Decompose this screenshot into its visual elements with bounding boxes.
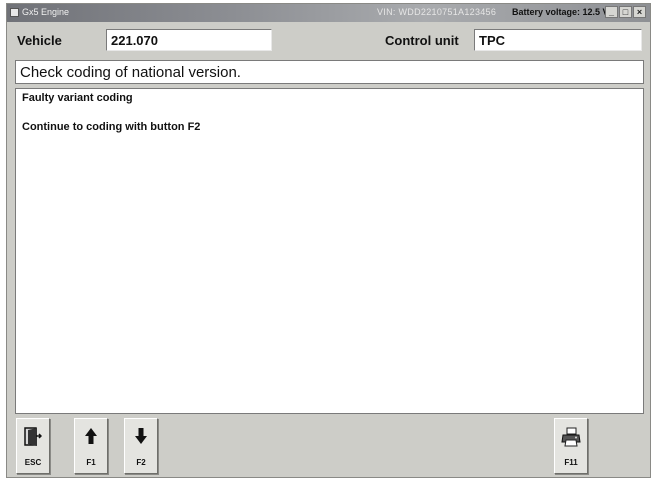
vehicle-label: Vehicle (17, 33, 62, 48)
status-message: Check coding of national version. (15, 60, 644, 84)
close-button[interactable]: × (633, 6, 646, 18)
window-title: Gx5 Engine (22, 7, 70, 17)
control-unit-field: TPC (474, 29, 642, 51)
printer-icon (561, 427, 581, 447)
vehicle-field: 221.070 (106, 29, 272, 51)
restore-button[interactable]: □ (619, 6, 632, 18)
content-line: Faulty variant coding (22, 92, 133, 104)
content-panel: Faulty variant coding Continue to coding… (15, 88, 644, 414)
f1-button[interactable]: F1 (74, 418, 108, 474)
application-window: Gx5 Engine VIN: WDD2210751A123456 Batter… (6, 3, 651, 478)
f11-button[interactable]: F11 (554, 418, 588, 474)
esc-button[interactable]: ESC (16, 418, 50, 474)
f11-key-label: F11 (564, 458, 578, 467)
f1-key-label: F1 (86, 458, 96, 467)
function-key-toolbar: ESC F1 F2 F11 (7, 418, 650, 478)
window-controls: _ □ × (605, 6, 646, 18)
esc-key-label: ESC (24, 458, 42, 467)
title-bar: Gx5 Engine VIN: WDD2210751A123456 Batter… (7, 4, 650, 22)
app-icon (10, 8, 19, 17)
exit-door-icon (24, 427, 42, 446)
control-unit-label: Control unit (385, 33, 459, 48)
f2-button[interactable]: F2 (124, 418, 158, 474)
f2-key-label: F2 (136, 458, 146, 467)
minimize-button[interactable]: _ (605, 6, 618, 18)
battery-voltage: Battery voltage: 12.5 V (512, 7, 609, 17)
content-line: Continue to coding with button F2 (22, 121, 201, 133)
arrow-down-icon (135, 428, 147, 444)
vin-display: VIN: WDD2210751A123456 (377, 7, 497, 17)
arrow-up-icon (85, 428, 97, 444)
